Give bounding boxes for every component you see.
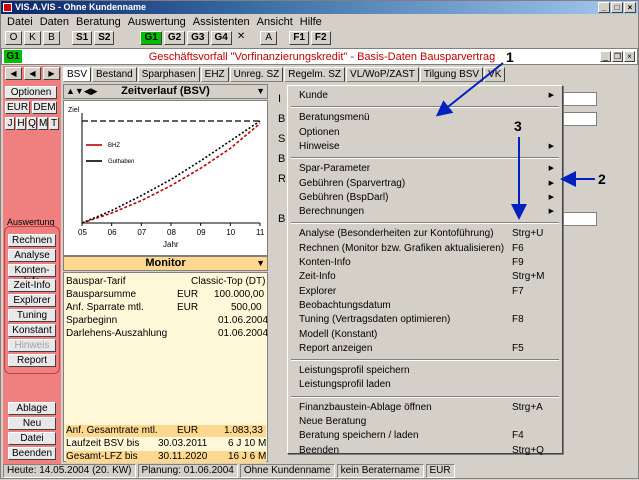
annotation-label-1: 1 bbox=[506, 49, 514, 65]
annotation-overlay bbox=[435, 62, 595, 220]
status-today: Heute: 14.05.2004 (20. KW) bbox=[3, 464, 136, 478]
status-currency: EUR bbox=[425, 464, 455, 478]
status-planung: Planung: 01.06.2004 bbox=[137, 464, 238, 478]
app-window: VIS.A.VIS - Ohne Kundenname _ □ × Datei … bbox=[0, 0, 639, 479]
status-berater: kein Beratername bbox=[336, 464, 424, 478]
annotation-label-2: 2 bbox=[598, 171, 606, 187]
annotation-label-3: 3 bbox=[514, 118, 522, 134]
status-bar: Heute: 14.05.2004 (20. KW) Planung: 01.0… bbox=[1, 464, 638, 479]
annotation-arrow-1 bbox=[435, 62, 504, 117]
status-kunde: Ohne Kundenname bbox=[239, 464, 335, 478]
